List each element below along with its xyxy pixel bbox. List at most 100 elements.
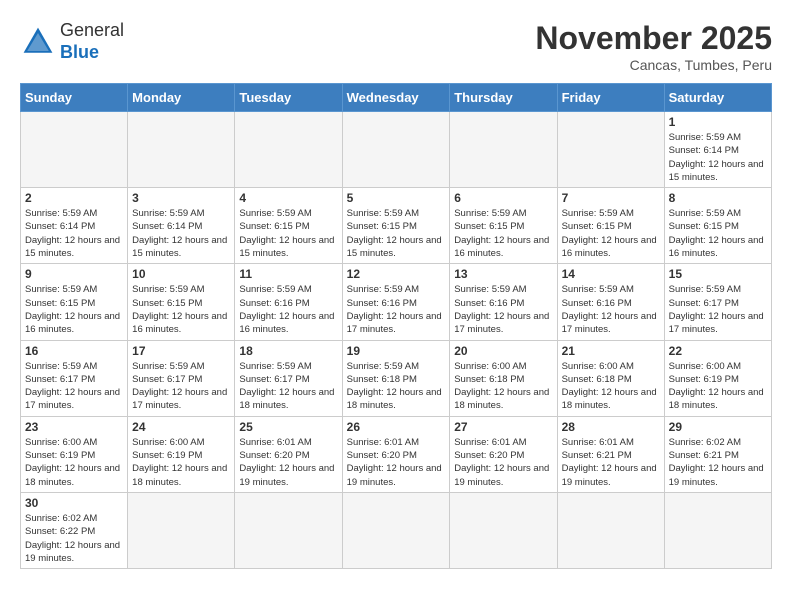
weekday-header-friday: Friday — [557, 84, 664, 112]
calendar-cell: 28 Sunrise: 6:01 AM Sunset: 6:21 PM Dayli… — [557, 416, 664, 492]
day-number: 16 — [25, 344, 123, 358]
day-number: 14 — [562, 267, 660, 281]
day-number: 7 — [562, 191, 660, 205]
calendar-cell: 30 Sunrise: 6:02 AM Sunset: 6:22 PM Dayli… — [21, 492, 128, 568]
weekday-header-sunday: Sunday — [21, 84, 128, 112]
day-number: 15 — [669, 267, 767, 281]
day-number: 27 — [454, 420, 552, 434]
day-info: Sunrise: 6:00 AM Sunset: 6:18 PM Dayligh… — [562, 360, 660, 413]
logo: GeneralBlue — [20, 20, 124, 63]
calendar-cell: 1 Sunrise: 5:59 AM Sunset: 6:14 PM Daylig… — [664, 112, 771, 188]
day-info: Sunrise: 5:59 AM Sunset: 6:15 PM Dayligh… — [669, 207, 767, 260]
calendar-cell — [557, 112, 664, 188]
calendar-cell: 5Sunrise: 5:59 AM Sunset: 6:15 PM Daylig… — [342, 188, 450, 264]
calendar-cell: 13 Sunrise: 5:59 AM Sunset: 6:16 PM Dayli… — [450, 264, 557, 340]
weekday-header-wednesday: Wednesday — [342, 84, 450, 112]
day-info: Sunrise: 5:59 AM Sunset: 6:17 PM Dayligh… — [669, 283, 767, 336]
day-number: 3 — [132, 191, 230, 205]
day-info: Sunrise: 5:59 AM Sunset: 6:17 PM Dayligh… — [25, 360, 123, 413]
day-number: 6 — [454, 191, 552, 205]
day-number: 29 — [669, 420, 767, 434]
calendar-cell: 12Sunrise: 5:59 AM Sunset: 6:16 PM Dayli… — [342, 264, 450, 340]
calendar-cell: 20 Sunrise: 6:00 AM Sunset: 6:18 PM Dayli… — [450, 340, 557, 416]
weekday-header-thursday: Thursday — [450, 84, 557, 112]
calendar-cell — [450, 112, 557, 188]
title-block: November 2025 Cancas, Tumbes, Peru — [535, 20, 772, 73]
calendar-cell: 11 Sunrise: 5:59 AM Sunset: 6:16 PM Dayli… — [235, 264, 342, 340]
calendar-cell — [342, 492, 450, 568]
weekday-header-monday: Monday — [128, 84, 235, 112]
calendar-cell: 16 Sunrise: 5:59 AM Sunset: 6:17 PM Dayli… — [21, 340, 128, 416]
day-number: 4 — [239, 191, 337, 205]
calendar-table: SundayMondayTuesdayWednesdayThursdayFrid… — [20, 83, 772, 569]
day-info: Sunrise: 6:00 AM Sunset: 6:19 PM Dayligh… — [25, 436, 123, 489]
calendar-cell — [450, 492, 557, 568]
day-number: 13 — [454, 267, 552, 281]
calendar-week-1: 1 Sunrise: 5:59 AM Sunset: 6:14 PM Daylig… — [21, 112, 772, 188]
day-info: Sunrise: 5:59 AM Sunset: 6:14 PM Dayligh… — [132, 207, 230, 260]
day-number: 5 — [347, 191, 446, 205]
month-year: November 2025 — [535, 20, 772, 57]
day-info: Sunrise: 5:59 AM Sunset: 6:16 PM Dayligh… — [239, 283, 337, 336]
calendar-cell: 22Sunrise: 6:00 AM Sunset: 6:19 PM Dayli… — [664, 340, 771, 416]
day-number: 30 — [25, 496, 123, 510]
day-info: Sunrise: 6:02 AM Sunset: 6:21 PM Dayligh… — [669, 436, 767, 489]
day-info: Sunrise: 5:59 AM Sunset: 6:15 PM Dayligh… — [132, 283, 230, 336]
day-info: Sunrise: 5:59 AM Sunset: 6:17 PM Dayligh… — [132, 360, 230, 413]
day-number: 9 — [25, 267, 123, 281]
day-info: Sunrise: 6:01 AM Sunset: 6:21 PM Dayligh… — [562, 436, 660, 489]
day-number: 28 — [562, 420, 660, 434]
page-header: GeneralBlue November 2025 Cancas, Tumbes… — [20, 20, 772, 73]
calendar-cell — [21, 112, 128, 188]
day-info: Sunrise: 6:01 AM Sunset: 6:20 PM Dayligh… — [347, 436, 446, 489]
calendar-cell: 19Sunrise: 5:59 AM Sunset: 6:18 PM Dayli… — [342, 340, 450, 416]
day-info: Sunrise: 6:01 AM Sunset: 6:20 PM Dayligh… — [454, 436, 552, 489]
calendar-week-2: 2 Sunrise: 5:59 AM Sunset: 6:14 PM Daylig… — [21, 188, 772, 264]
day-number: 1 — [669, 115, 767, 129]
calendar-week-5: 23 Sunrise: 6:00 AM Sunset: 6:19 PM Dayli… — [21, 416, 772, 492]
calendar-cell: 18 Sunrise: 5:59 AM Sunset: 6:17 PM Dayli… — [235, 340, 342, 416]
calendar-cell — [235, 112, 342, 188]
day-number: 26 — [347, 420, 446, 434]
weekday-header-row: SundayMondayTuesdayWednesdayThursdayFrid… — [21, 84, 772, 112]
day-info: Sunrise: 5:59 AM Sunset: 6:16 PM Dayligh… — [454, 283, 552, 336]
day-info: Sunrise: 5:59 AM Sunset: 6:17 PM Dayligh… — [239, 360, 337, 413]
day-number: 25 — [239, 420, 337, 434]
day-info: Sunrise: 5:59 AM Sunset: 6:14 PM Dayligh… — [669, 131, 767, 184]
calendar-cell: 6Sunrise: 5:59 AM Sunset: 6:15 PM Daylig… — [450, 188, 557, 264]
calendar-cell: 21 Sunrise: 6:00 AM Sunset: 6:18 PM Dayli… — [557, 340, 664, 416]
location: Cancas, Tumbes, Peru — [535, 57, 772, 73]
logo-icon — [20, 24, 56, 60]
calendar-cell: 29 Sunrise: 6:02 AM Sunset: 6:21 PM Dayli… — [664, 416, 771, 492]
day-info: Sunrise: 6:00 AM Sunset: 6:19 PM Dayligh… — [669, 360, 767, 413]
day-number: 10 — [132, 267, 230, 281]
calendar-cell: 7 Sunrise: 5:59 AM Sunset: 6:15 PM Daylig… — [557, 188, 664, 264]
calendar-cell: 14Sunrise: 5:59 AM Sunset: 6:16 PM Dayli… — [557, 264, 664, 340]
day-number: 24 — [132, 420, 230, 434]
day-number: 18 — [239, 344, 337, 358]
calendar-cell — [128, 112, 235, 188]
day-number: 23 — [25, 420, 123, 434]
day-number: 21 — [562, 344, 660, 358]
day-number: 2 — [25, 191, 123, 205]
calendar-cell: 8Sunrise: 5:59 AM Sunset: 6:15 PM Daylig… — [664, 188, 771, 264]
calendar-week-6: 30 Sunrise: 6:02 AM Sunset: 6:22 PM Dayli… — [21, 492, 772, 568]
calendar-cell — [128, 492, 235, 568]
calendar-cell: 24Sunrise: 6:00 AM Sunset: 6:19 PM Dayli… — [128, 416, 235, 492]
day-info: Sunrise: 5:59 AM Sunset: 6:14 PM Dayligh… — [25, 207, 123, 260]
calendar-cell — [557, 492, 664, 568]
logo-text: GeneralBlue — [60, 20, 124, 63]
calendar-week-4: 16 Sunrise: 5:59 AM Sunset: 6:17 PM Dayli… — [21, 340, 772, 416]
day-info: Sunrise: 6:02 AM Sunset: 6:22 PM Dayligh… — [25, 512, 123, 565]
calendar-cell: 15 Sunrise: 5:59 AM Sunset: 6:17 PM Dayli… — [664, 264, 771, 340]
calendar-cell: 10 Sunrise: 5:59 AM Sunset: 6:15 PM Dayli… — [128, 264, 235, 340]
day-info: Sunrise: 5:59 AM Sunset: 6:15 PM Dayligh… — [562, 207, 660, 260]
day-info: Sunrise: 6:00 AM Sunset: 6:18 PM Dayligh… — [454, 360, 552, 413]
day-number: 20 — [454, 344, 552, 358]
calendar-cell: 23 Sunrise: 6:00 AM Sunset: 6:19 PM Dayli… — [21, 416, 128, 492]
day-info: Sunrise: 5:59 AM Sunset: 6:15 PM Dayligh… — [25, 283, 123, 336]
calendar-cell: 3 Sunrise: 5:59 AM Sunset: 6:14 PM Daylig… — [128, 188, 235, 264]
calendar-cell: 2 Sunrise: 5:59 AM Sunset: 6:14 PM Daylig… — [21, 188, 128, 264]
day-number: 11 — [239, 267, 337, 281]
day-info: Sunrise: 5:59 AM Sunset: 6:18 PM Dayligh… — [347, 360, 446, 413]
